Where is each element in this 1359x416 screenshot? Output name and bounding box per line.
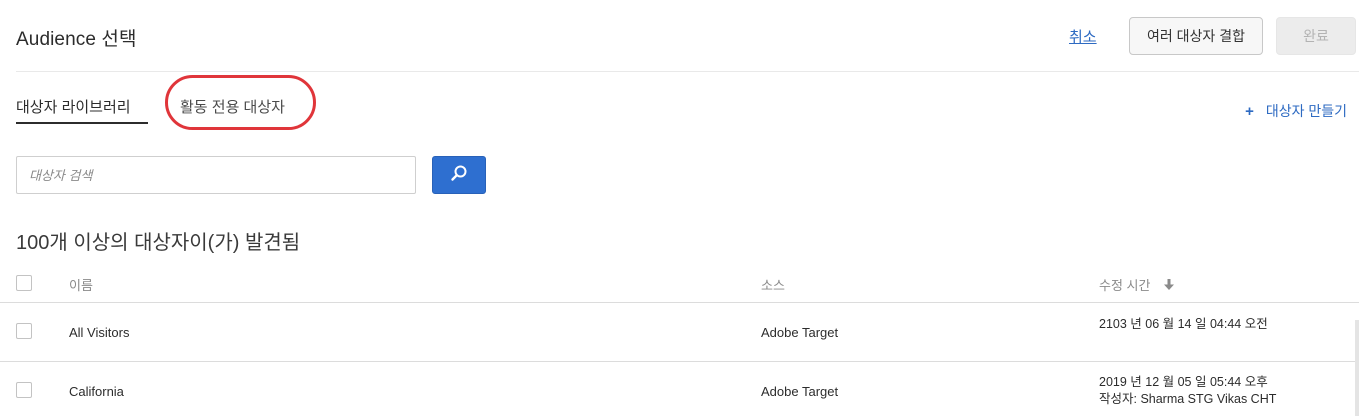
combine-audiences-button[interactable]: 여러 대상자 결합: [1129, 17, 1263, 55]
header-divider: [16, 71, 1359, 72]
modified-date: 2103 년 06 월 14 일 04:44 오전: [1099, 317, 1268, 331]
search-button[interactable]: [432, 156, 486, 194]
create-audience-label: 대상자 만들기: [1265, 103, 1347, 119]
table-row[interactable]: All Visitors Adobe Target 2103 년 06 월 14…: [0, 303, 1359, 361]
column-header-modified[interactable]: 수정 시간: [1099, 275, 1175, 294]
plus-icon: +: [1245, 102, 1254, 120]
audience-picker: Audience 선택 취소 여러 대상자 결합 완료 대상자 라이브러리 활동…: [0, 0, 1359, 416]
row-checkbox[interactable]: [16, 382, 32, 398]
audience-modified: 2103 년 06 월 14 일 04:44 오전: [1099, 316, 1268, 333]
column-header-modified-label: 수정 시간: [1099, 278, 1151, 293]
column-header-name[interactable]: 이름: [69, 275, 93, 294]
audience-name[interactable]: California: [69, 384, 124, 399]
audience-source: Adobe Target: [761, 325, 839, 340]
row-checkbox[interactable]: [16, 323, 32, 339]
scrollbar[interactable]: [1355, 320, 1359, 416]
column-header-source[interactable]: 소스: [761, 275, 785, 294]
modified-date: 2019 년 12 월 05 일 05:44 오후: [1099, 375, 1268, 389]
search-input[interactable]: [16, 156, 416, 194]
done-button[interactable]: 완료: [1276, 17, 1356, 55]
select-all-checkbox[interactable]: [16, 275, 32, 291]
highlight-circle-annotation: [165, 75, 316, 130]
table-header: 이름 소스 수정 시간: [0, 268, 1359, 302]
results-count: 100개 이상의 대상자이(가) 발견됨: [16, 232, 301, 254]
audience-name[interactable]: All Visitors: [69, 325, 129, 340]
table-row[interactable]: California Adobe Target 2019 년 12 월 05 일…: [0, 362, 1359, 416]
active-tab-indicator: [16, 122, 148, 124]
arrow-down-icon[interactable]: [1164, 279, 1175, 294]
page-title: Audience 선택: [16, 29, 137, 50]
audience-modified: 2019 년 12 월 05 일 05:44 오후 작성자: Sharma ST…: [1099, 374, 1276, 408]
modified-author: 작성자: Sharma STG Vikas CHT: [1099, 392, 1277, 406]
search-icon: [450, 164, 468, 187]
audience-source: Adobe Target: [761, 384, 839, 399]
cancel-link[interactable]: 취소: [1069, 26, 1097, 47]
tab-audience-library[interactable]: 대상자 라이브러리: [16, 96, 131, 117]
create-audience-link[interactable]: + 대상자 만들기: [1245, 101, 1347, 121]
